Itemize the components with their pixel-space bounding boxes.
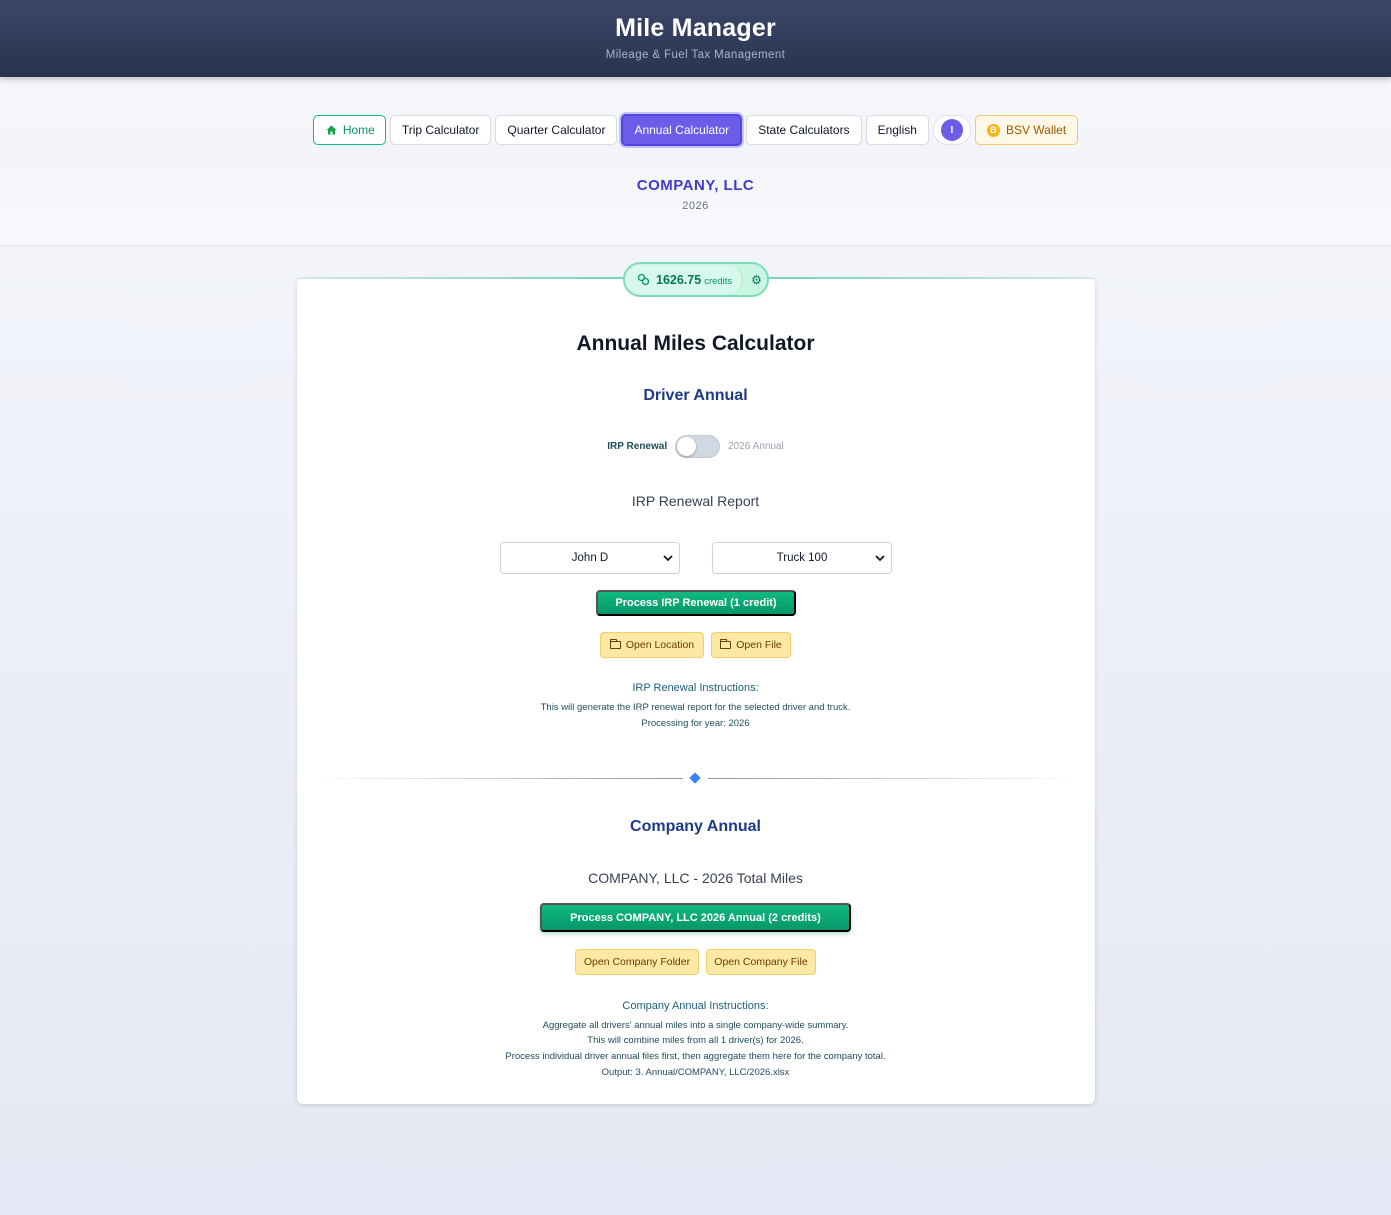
gear-icon[interactable]: ⚙ xyxy=(751,273,762,287)
folder-icon xyxy=(720,639,732,649)
company-name: COMPANY, LLC xyxy=(636,177,755,194)
open-company-file-button[interactable]: Open Company File xyxy=(706,949,816,975)
language-button[interactable]: English xyxy=(865,115,929,145)
credits-value: 1626.75 xyxy=(656,272,702,287)
credits-display[interactable]: 1626.75 credits xyxy=(625,265,744,294)
chevron-down-icon xyxy=(875,555,885,562)
open-location-label: Open Location xyxy=(625,639,695,651)
driver-select[interactable]: John D xyxy=(500,542,680,574)
bsv-wallet-button[interactable]: B BSV Wallet xyxy=(974,115,1079,145)
open-company-folder-button[interactable]: Open Company Folder xyxy=(575,949,699,975)
irp-instruction-line: This will generate the IRP renewal repor… xyxy=(540,702,851,713)
company-report-title: COMPANY, LLC - 2026 Total Miles xyxy=(588,870,803,886)
avatar: I xyxy=(940,119,963,141)
calculator-title: Annual Miles Calculator xyxy=(576,332,815,355)
main-nav: Home Trip Calculator Quarter Calculator … xyxy=(0,114,1391,146)
company-instruction-line: Process individual driver annual files f… xyxy=(505,1051,886,1062)
driver-report-title: IRP Renewal Report xyxy=(631,493,760,509)
truck-select-value: Truck 100 xyxy=(776,552,828,564)
company-instruction-line: This will combine miles from all 1 drive… xyxy=(587,1035,804,1046)
report-mode-toggle[interactable] xyxy=(675,435,721,458)
nav-state-calculators-button[interactable]: State Calculators xyxy=(746,115,862,145)
credits-unit: credits xyxy=(704,275,733,287)
irp-instructions-title: IRP Renewal Instructions: xyxy=(632,682,759,694)
company-year: 2026 xyxy=(682,200,709,212)
process-irp-renewal-button[interactable]: Process IRP Renewal (1 credit) xyxy=(596,590,796,616)
credits-badge: 1626.75 credits ⚙ xyxy=(623,262,769,297)
report-mode-toggle-row: IRP Renewal 2026 Annual xyxy=(0,435,1391,458)
nav-home-button[interactable]: Home xyxy=(312,115,386,145)
home-icon xyxy=(326,125,337,135)
open-file-label: Open File xyxy=(736,639,782,651)
truck-select[interactable]: Truck 100 xyxy=(712,542,892,574)
toggle-label-irp: IRP Renewal xyxy=(607,441,668,452)
nav-annual-calculator-button[interactable]: Annual Calculator xyxy=(621,114,743,146)
toggle-knob xyxy=(677,437,697,456)
app-header: Mile Manager Mileage & Fuel Tax Manageme… xyxy=(0,0,1391,77)
user-menu[interactable]: I xyxy=(932,115,971,145)
bitcoin-icon: B xyxy=(986,123,1000,137)
app-title: Mile Manager xyxy=(615,14,776,42)
nav-trip-calculator-button[interactable]: Trip Calculator xyxy=(389,115,492,145)
nav-quarter-calculator-button[interactable]: Quarter Calculator xyxy=(495,115,618,145)
open-location-button[interactable]: Open Location xyxy=(600,632,704,658)
chevron-down-icon xyxy=(663,555,673,562)
company-instruction-line: Aggregate all drivers' annual miles into… xyxy=(542,1020,849,1031)
section-divider-left xyxy=(313,778,683,779)
app-subtitle: Mileage & Fuel Tax Management xyxy=(605,49,786,61)
process-company-annual-button[interactable]: Process COMPANY, LLC 2026 Annual (2 cred… xyxy=(540,903,851,932)
bsv-wallet-label: BSV Wallet xyxy=(1005,123,1067,137)
driver-select-value: John D xyxy=(571,552,609,564)
section-divider-right xyxy=(708,778,1078,779)
irp-instruction-line: Processing for year: 2026 xyxy=(641,718,750,729)
toggle-label-annual: 2026 Annual xyxy=(728,441,784,452)
driver-annual-title: Driver Annual xyxy=(643,387,748,404)
nav-home-label: Home xyxy=(342,123,375,137)
company-annual-title: Company Annual xyxy=(630,818,761,835)
link-coins-icon xyxy=(637,273,650,286)
open-file-button[interactable]: Open File xyxy=(711,632,791,658)
company-output-path: Output: 3. Annual/COMPANY, LLC/2026.xlsx xyxy=(601,1067,790,1078)
company-instructions-title: Company Annual Instructions: xyxy=(622,1000,769,1012)
folder-icon xyxy=(609,639,621,649)
company-banner: COMPANY, LLC 2026 xyxy=(0,157,1391,246)
